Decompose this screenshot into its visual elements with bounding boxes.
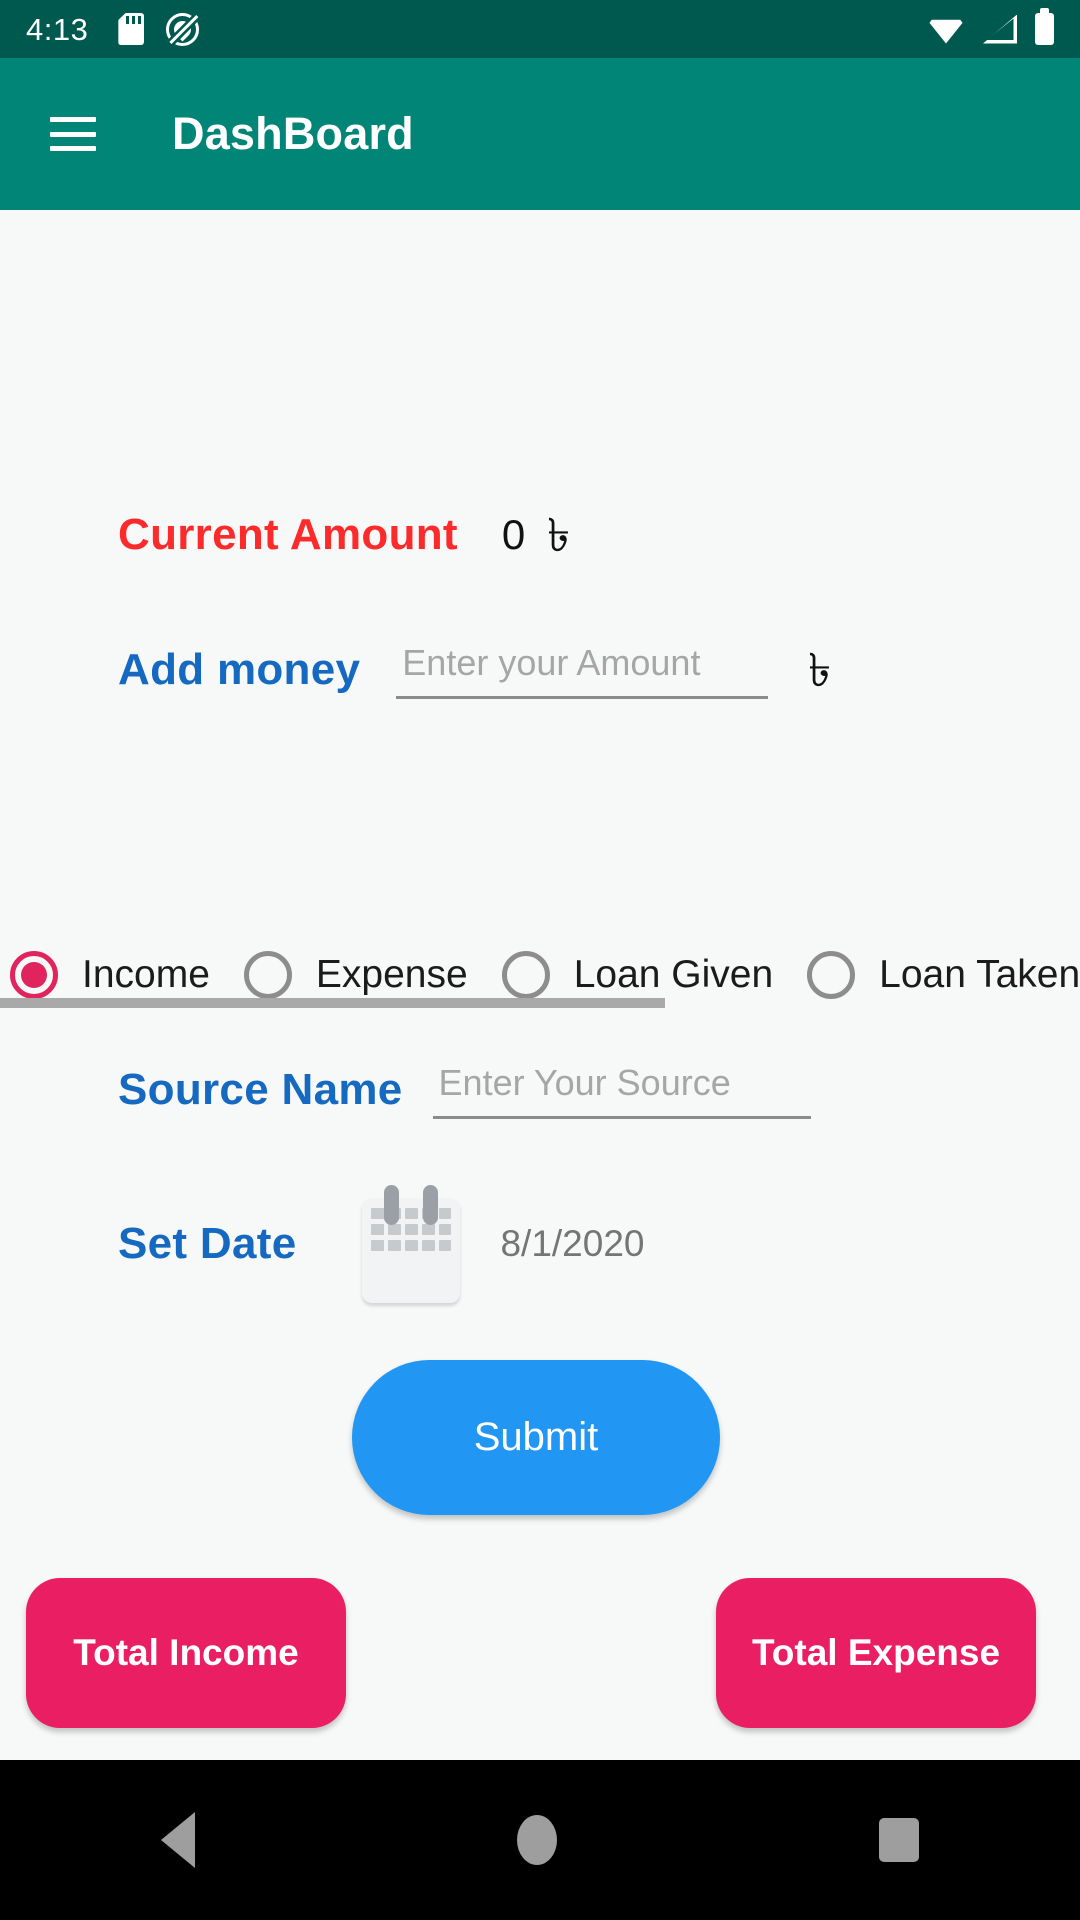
source-name-label: Source Name xyxy=(118,1064,403,1114)
set-date-label: Set Date xyxy=(118,1219,297,1268)
phone-screen: 4:13 DashBoard Current Amount 0 ৳ Add mo… xyxy=(0,0,1080,1920)
radio-option-loan-taken[interactable]: Loan Taken xyxy=(807,951,1080,999)
source-name-row: Source Name xyxy=(0,1060,1080,1119)
battery-icon xyxy=(1035,8,1054,45)
radio-option-expense[interactable]: Expense xyxy=(243,951,468,999)
radio-button-icon[interactable] xyxy=(243,951,292,999)
sd-card-icon xyxy=(118,13,145,45)
app-bar: DashBoard xyxy=(0,58,1080,210)
taka-symbol-icon: ৳ xyxy=(808,643,832,696)
add-money-label: Add money xyxy=(118,644,361,694)
amount-input[interactable] xyxy=(396,640,769,699)
radio-button-icon[interactable] xyxy=(501,951,550,999)
cellular-signal-icon xyxy=(983,15,1017,44)
total-income-button[interactable]: Total Income xyxy=(26,1578,346,1728)
android-q-icon xyxy=(166,12,200,46)
radio-label: Loan Taken xyxy=(879,953,1080,996)
current-amount-value: 0 xyxy=(501,511,526,558)
current-amount-row: Current Amount 0 ৳ xyxy=(0,510,1080,560)
scrollbar-thumb[interactable] xyxy=(0,998,665,1008)
android-navigation-bar xyxy=(0,1760,1080,1920)
radio-button-icon[interactable] xyxy=(807,951,856,999)
recents-icon[interactable] xyxy=(879,1818,919,1862)
radio-label: Loan Given xyxy=(573,953,774,996)
status-clock: 4:13 xyxy=(26,11,89,47)
page-title: DashBoard xyxy=(172,108,414,159)
back-icon[interactable] xyxy=(161,1812,195,1868)
calendar-icon[interactable] xyxy=(362,1185,461,1303)
status-left-icons xyxy=(118,12,200,46)
selected-date-value: 8/1/2020 xyxy=(500,1223,645,1264)
radio-label: Expense xyxy=(315,953,468,996)
taka-symbol-icon: ৳ xyxy=(547,509,571,561)
radio-button-icon[interactable] xyxy=(10,951,58,999)
main-content: Current Amount 0 ৳ Add money ৳ Income Ex… xyxy=(0,210,1080,1760)
status-right-icons xyxy=(927,8,1054,45)
current-amount-label: Current Amount xyxy=(118,510,458,559)
wifi-icon xyxy=(927,15,965,44)
radio-option-loan-given[interactable]: Loan Given xyxy=(501,951,774,999)
status-bar: 4:13 xyxy=(0,0,1080,58)
radio-label: Income xyxy=(82,953,210,996)
horizontal-scrollbar[interactable] xyxy=(0,998,1080,1008)
add-money-row: Add money ৳ xyxy=(0,640,1080,699)
hamburger-menu-icon[interactable] xyxy=(50,117,96,151)
set-date-row: Set Date 8/1/2020 xyxy=(0,1185,1080,1303)
radio-option-income[interactable]: Income xyxy=(10,951,210,999)
home-icon[interactable] xyxy=(517,1815,557,1865)
source-name-input[interactable] xyxy=(432,1060,811,1119)
total-expense-button[interactable]: Total Expense xyxy=(716,1578,1036,1728)
submit-button[interactable]: Submit xyxy=(352,1360,720,1515)
